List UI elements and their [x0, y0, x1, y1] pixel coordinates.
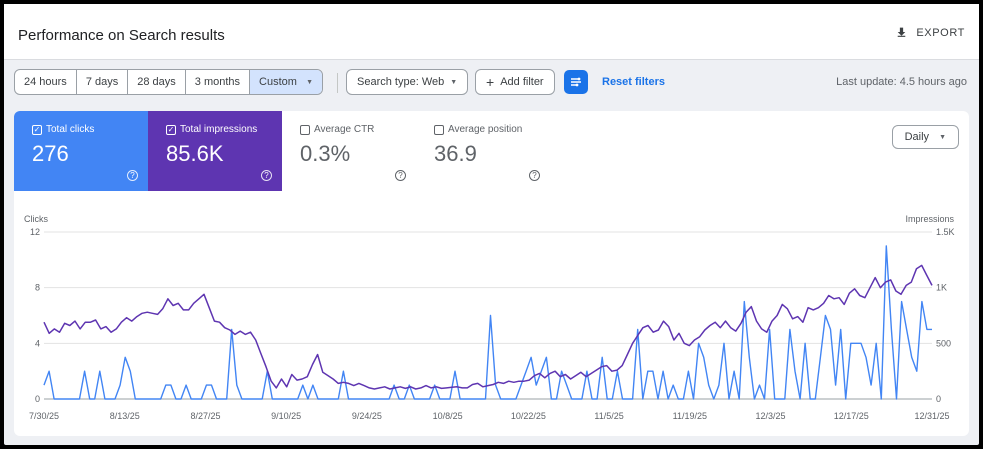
right-tick-label: 1K: [936, 283, 947, 293]
chart-card: ✓ Total clicks 276 ? ✓ Total impressions 8…: [14, 111, 969, 436]
x-tick-label: 11/5/25: [594, 411, 623, 421]
range-3-months[interactable]: 3 months: [186, 70, 251, 94]
series-line-impressions: [43, 264, 933, 390]
search-type-dropdown[interactable]: Search type: Web ▼: [346, 69, 469, 95]
filter-settings-button[interactable]: [564, 70, 588, 94]
last-update-text: Last update: 4.5 hours ago: [836, 76, 967, 88]
add-filter-label: Add filter: [500, 76, 544, 88]
date-range-selector: 24 hours 7 days 28 days 3 months Custom …: [14, 69, 324, 95]
range-28-days[interactable]: 28 days: [128, 70, 186, 94]
left-tick-label: 8: [35, 283, 40, 293]
performance-panel: Performance on Search results EXPORT 24 …: [4, 4, 979, 445]
download-icon: [898, 27, 906, 37]
tune-icon: [571, 77, 581, 87]
search-type-label: Search type: Web: [357, 76, 445, 88]
x-tick-label: 7/30/25: [29, 411, 59, 421]
range-24-hours[interactable]: 24 hours: [15, 70, 77, 94]
x-tick-label: 10/22/25: [511, 411, 546, 421]
filter-bar: 24 hours 7 days 28 days 3 months Custom …: [4, 61, 979, 111]
plus-icon: +: [486, 74, 495, 90]
x-tick-label: 8/27/25: [190, 411, 220, 421]
performance-chart: Clicks Impressions 12 1.5K 8 1K 4 500 0 0 7/30/25 8…: [24, 214, 955, 421]
series-line-clicks: [43, 245, 932, 400]
x-tick-label: 12/3/25: [756, 411, 786, 421]
x-tick-label: 9/24/25: [352, 411, 382, 421]
x-tick-label: 11/19/25: [673, 411, 707, 421]
x-tick-label: 10/8/25: [433, 411, 463, 421]
range-custom[interactable]: Custom ▼: [250, 70, 323, 94]
divider: [337, 73, 338, 93]
left-tick-label: 4: [35, 338, 40, 348]
x-tick-label: 9/10/25: [271, 411, 301, 421]
add-filter-button[interactable]: + Add filter: [475, 69, 555, 95]
right-axis-title: Impressions: [905, 214, 954, 224]
range-7-days[interactable]: 7 days: [77, 70, 129, 94]
page-title: Performance on Search results: [18, 27, 225, 44]
left-tick-label: 0: [35, 394, 40, 404]
x-tick-label: 12/17/25: [834, 411, 869, 421]
export-button[interactable]: EXPORT: [895, 26, 965, 39]
left-tick-label: 12: [30, 227, 40, 237]
reset-filters-link[interactable]: Reset filters: [602, 76, 665, 88]
right-tick-label: 500: [936, 338, 951, 348]
left-axis-title: Clicks: [24, 214, 48, 224]
header-bar: Performance on Search results EXPORT: [4, 4, 979, 60]
right-tick-label: 0: [936, 394, 941, 404]
right-tick-label: 1.5K: [936, 227, 955, 237]
x-tick-label: 12/31/25: [914, 411, 949, 421]
export-label: EXPORT: [916, 26, 965, 39]
caret-down-icon: ▼: [306, 78, 314, 86]
range-custom-label: Custom: [259, 76, 297, 88]
caret-down-icon: ▼: [450, 78, 458, 86]
x-tick-label: 8/13/25: [110, 411, 140, 421]
